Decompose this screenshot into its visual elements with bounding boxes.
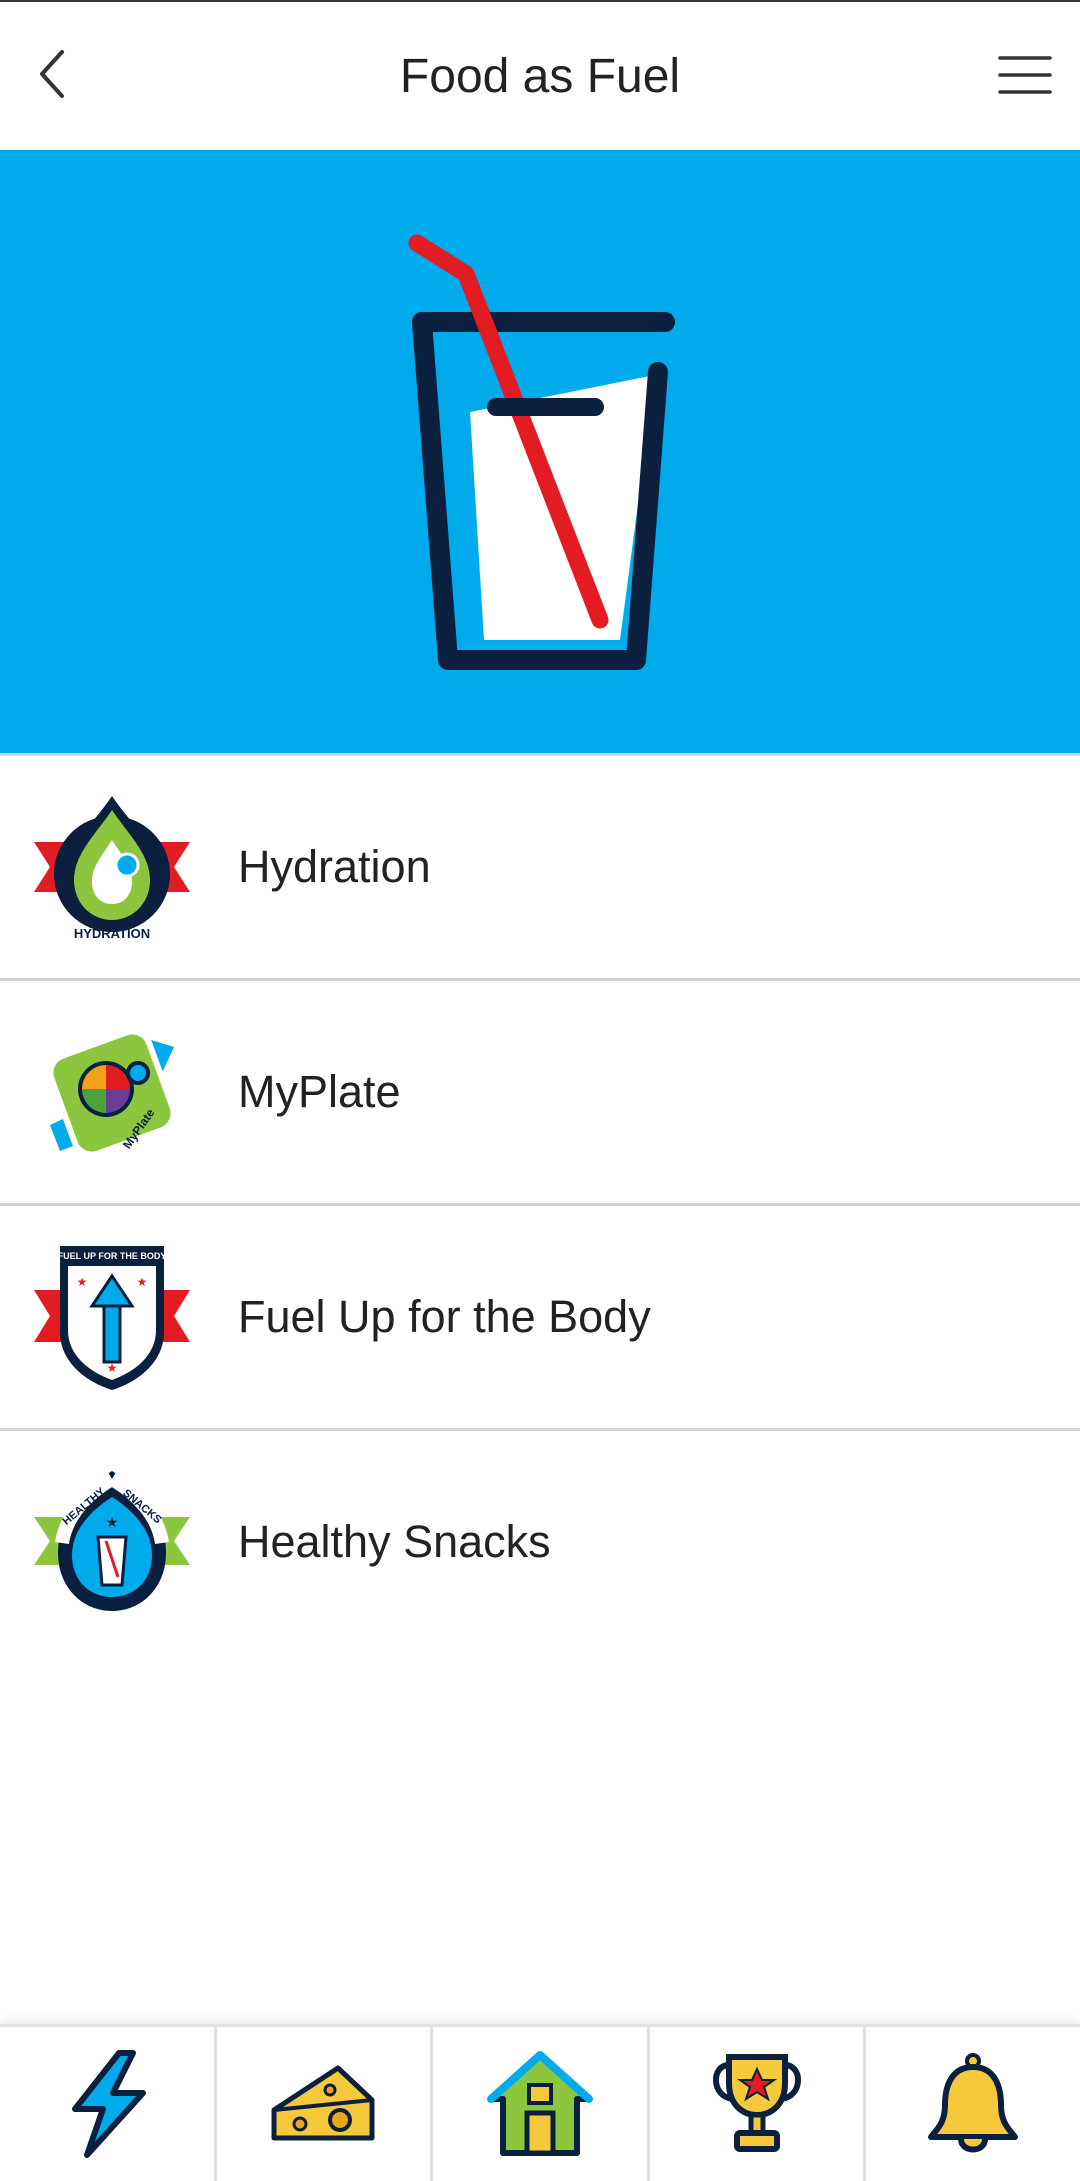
- svg-text:FUEL UP FOR THE BODY: FUEL UP FOR THE BODY: [58, 1251, 167, 1261]
- lightning-bolt-icon: [71, 2050, 146, 2158]
- list-item-label: Fuel Up for the Body: [238, 1291, 651, 1342]
- fuel-up-badge-icon: ★ ★ ★ FUEL UP FOR THE BODY: [30, 1242, 194, 1392]
- nav-item-notifications[interactable]: [863, 2027, 1080, 2181]
- list-item-label: Healthy Snacks: [238, 1516, 551, 1567]
- nav-item-home[interactable]: [430, 2027, 647, 2181]
- cheese-icon: [271, 2065, 375, 2141]
- healthy-snacks-badge-icon: ★ HEALTHY SNACKS: [30, 1467, 194, 1617]
- bell-icon: [928, 2053, 1019, 2153]
- svg-text:★: ★: [137, 1275, 148, 1289]
- glass-with-straw-icon: [408, 234, 675, 670]
- hydration-badge-icon: HYDRATION: [30, 792, 194, 942]
- menu-button[interactable]: [996, 50, 1054, 100]
- list-item-hydration[interactable]: HYDRATION Hydration: [0, 753, 1080, 978]
- nav-item-achievements[interactable]: [646, 2027, 864, 2181]
- svg-text:★: ★: [106, 1514, 119, 1530]
- list-item-label: MyPlate: [238, 1066, 401, 1117]
- hero-banner: [0, 150, 1080, 753]
- hamburger-menu-icon: [998, 56, 1052, 94]
- list-item-myplate[interactable]: MyPlate MyPlate: [0, 978, 1080, 1203]
- trophy-icon: [712, 2054, 801, 2152]
- nav-item-energy[interactable]: [0, 2027, 214, 2181]
- page-title: Food as Fuel: [399, 49, 681, 103]
- svg-text:★: ★: [107, 1361, 118, 1375]
- chevron-left-icon: [40, 50, 64, 98]
- nav-item-food[interactable]: [213, 2027, 431, 2181]
- svg-text:★: ★: [77, 1275, 88, 1289]
- back-button[interactable]: [28, 44, 88, 104]
- topic-list: HYDRATION Hydration MyPlate MyPlate ★ ★ …: [0, 753, 1080, 1653]
- list-item-fuel-up[interactable]: ★ ★ ★ FUEL UP FOR THE BODY Fuel Up for t…: [0, 1203, 1080, 1428]
- home-icon: [486, 2051, 593, 2156]
- svg-text:HYDRATION: HYDRATION: [74, 926, 150, 941]
- bottom-navigation: [0, 2024, 1080, 2181]
- app-header: Food as Fuel: [0, 2, 1080, 150]
- list-item-healthy-snacks[interactable]: ★ HEALTHY SNACKS Healthy Snacks: [0, 1428, 1080, 1653]
- list-item-label: Hydration: [238, 841, 431, 892]
- myplate-badge-icon: MyPlate: [30, 1017, 194, 1167]
